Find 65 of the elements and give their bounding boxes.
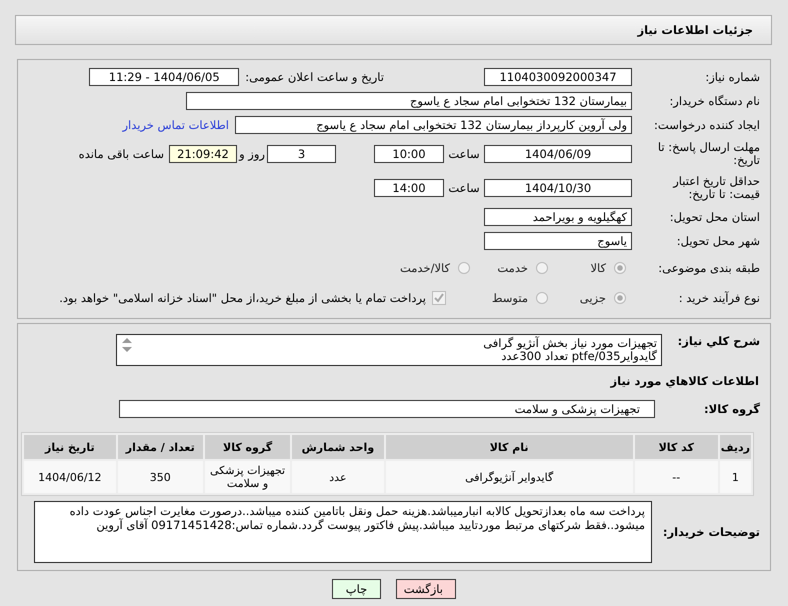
print-button[interactable]: چاپ [332, 579, 381, 599]
need-number-field: 1104030092000347 [484, 68, 632, 86]
table-cell: تجهیزات پزشکی و سلامت [204, 461, 290, 493]
field-label: شماره نیاز: [704, 70, 761, 84]
column-header: گروه کالا [204, 435, 290, 459]
column-header: واحد شمارش [292, 435, 384, 459]
radio-label: خدمت [496, 261, 528, 275]
checkbox-label: پرداخت تمام یا بخشی از مبلغ خرید،از محل "اسناد خزانه اسلامی" خواهد بود. [59, 291, 426, 305]
goods-group-field: تجهیزات پزشکی و سلامت [119, 400, 655, 418]
field-label: شهر محل تحویل: [676, 234, 761, 248]
days-field: 3 [267, 145, 336, 163]
table-cell: 1 [720, 461, 751, 493]
column-header: تعداد / مقدار [118, 435, 203, 459]
field-label: نوع فرآیند خرید : [678, 291, 761, 305]
scroll-arrows-icon [121, 337, 133, 353]
description-line: گایدوایرptfe/035 تعداد 300عدد [501, 350, 657, 363]
buyer-org-field: بیمارستان 132 تختخوابی امام سجاد ع یاسوج [186, 92, 632, 110]
column-header: ردیف [720, 435, 751, 459]
radio-button[interactable] [614, 292, 626, 304]
buyer-contact-link[interactable]: اطلاعات تماس خریدار [122, 118, 229, 132]
page-title: جزئیات اطلاعات نیاز [637, 23, 753, 37]
field-label: تاریخ و ساعت اعلان عمومی: [245, 70, 384, 84]
table-cell: گایدوایر آنژیوگرافی [386, 461, 633, 493]
field-label: نام دستگاه خریدار: [668, 94, 761, 108]
radio-button[interactable] [458, 262, 470, 274]
city-field: یاسوج [484, 232, 632, 250]
back-button[interactable]: بازگشت [396, 579, 456, 599]
section-title: اطلاعات كالاهاي مورد نياز [609, 374, 760, 390]
field-label: ساعت [447, 147, 481, 161]
table-cell: 350 [118, 461, 203, 493]
radio-label: متوسط [490, 291, 528, 305]
table-cell: 1404/06/12 [24, 461, 116, 493]
column-header: تاریخ نیاز [24, 435, 116, 459]
field-label: شرح کلي نياز: [676, 334, 761, 348]
field-label: توضیحات خریدار: [662, 525, 761, 539]
validity-date-field: 1404/10/30 [484, 179, 632, 197]
field-label: ایجاد کننده درخواست: [653, 118, 761, 132]
validity-time-field: 14:00 [374, 179, 444, 197]
radio-button[interactable] [614, 262, 626, 274]
radio-button[interactable] [536, 292, 548, 304]
radio-label: کالا [589, 261, 606, 275]
deadline-date-field: 1404/06/09 [484, 145, 632, 163]
column-header: نام کالا [386, 435, 633, 459]
table-cell: -- [634, 461, 718, 493]
field-label: روز و [238, 147, 266, 161]
radio-label: کالا/خدمت [398, 261, 450, 275]
field-label: گروه کالا: [703, 402, 761, 416]
description-line: تجهیزات مورد نیاز بخش آنژیو گرافی [482, 337, 657, 350]
buyer-notes-text: پرداخت سه ماه بعدازتحویل کالابه انبارمیباشد.هزینه حمل ونقل باتامین کننده میباشد..درصورت مغایرت اجناس عودت داده میشود..فقط شرکتهای مرتبط موردتایید میباشد.پیش فاکتور پیوست گردد.شماره تماس:09171451428 آقای آروین [70, 504, 645, 532]
column-header: کد کالا [634, 435, 718, 459]
field-label: استان محل تحویل: [668, 210, 761, 224]
province-field: کهگیلویه و بویراحمد [484, 208, 632, 226]
requester-field: ولی آروین کارپرداز بیمارستان 132 تختخوابی امام سجاد ع یاسوج [235, 116, 632, 134]
table-cell: عدد [292, 461, 384, 493]
field-label: مهلت ارسال پاسخ: تا تاریخ: [656, 141, 761, 167]
announce-date-field: 1404/06/05 - 11:29 [89, 68, 240, 86]
radio-label: جزیی [578, 291, 606, 305]
field-label: حداقل تاریخ اعتبار قیمت: تا تاریخ: [672, 175, 761, 201]
field-label: ساعت [447, 181, 481, 195]
remaining-time-field: 21:09:42 [169, 145, 237, 163]
deadline-time-field: 10:00 [374, 145, 444, 163]
checkbox[interactable] [432, 291, 446, 305]
field-label: ساعت باقی مانده [78, 147, 164, 161]
radio-button[interactable] [536, 262, 548, 274]
field-label: طبقه بندی موضوعی: [657, 261, 761, 275]
